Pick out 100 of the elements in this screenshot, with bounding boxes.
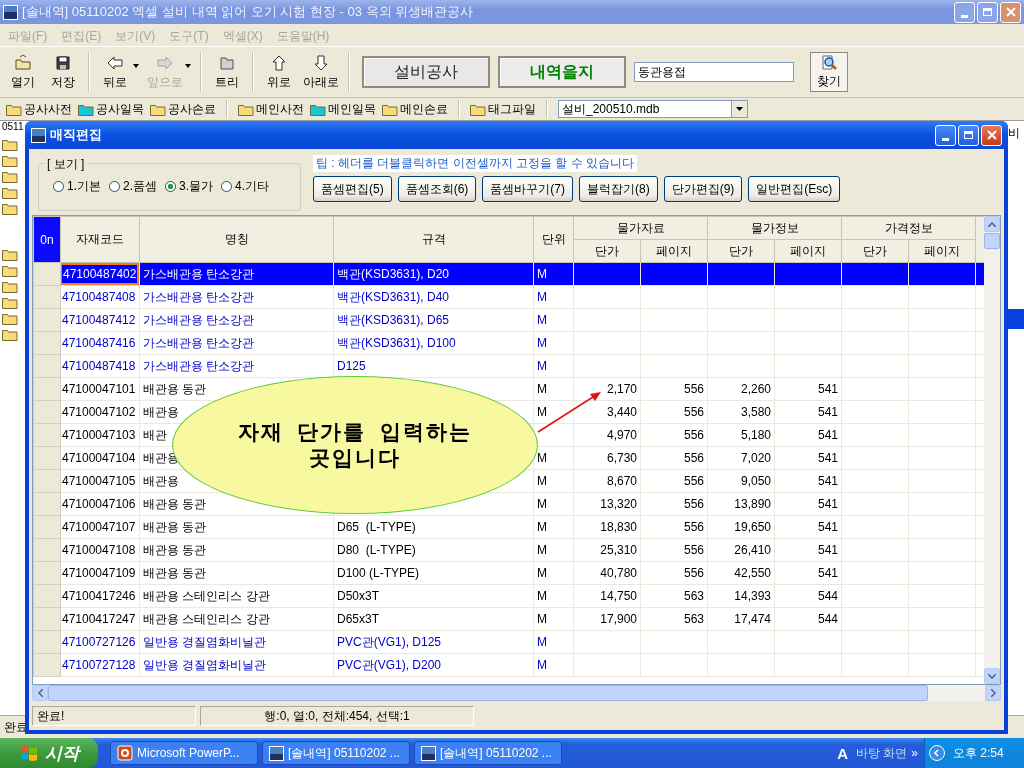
bookmark-link[interactable]: 공사일목 (78, 100, 144, 118)
row-header-cell[interactable] (33, 538, 61, 562)
table-cell: 배관용 동관 (143, 381, 207, 396)
action-button[interactable]: 단가편집(9) (663, 176, 743, 202)
table-cell: M (537, 497, 547, 511)
selected-row[interactable]: 47100487402 가스배관용 탄소강관 백관(KSD3631), D20 M (33, 262, 984, 286)
action-button[interactable]: 품셈바꾸기(7) (482, 176, 573, 202)
toolbar-button[interactable]: 저장 (44, 51, 82, 93)
taskbar-button[interactable]: [솔내역] 05110202 ... (414, 741, 562, 765)
folder-icon (2, 280, 18, 293)
row-header-cell[interactable] (33, 308, 61, 332)
radio-button[interactable]: 1.기본 (53, 178, 101, 195)
row-header-cell[interactable] (33, 584, 61, 608)
table-cell: 47100047103 (62, 428, 136, 442)
desktop-toolbar-label[interactable]: 바탕 화면 (855, 744, 908, 762)
row-header-cell[interactable] (33, 262, 61, 286)
table-cell: D50x3T (337, 589, 380, 603)
row-header-cell[interactable] (33, 423, 61, 447)
action-button[interactable]: 일반편집(Esc) (748, 176, 841, 202)
table-cell: 541 (817, 566, 838, 580)
scroll-left-icon[interactable] (37, 689, 43, 697)
more-button[interactable]: » (911, 746, 918, 760)
row-header-cell[interactable] (33, 400, 61, 424)
toolbar-button[interactable]: 트리 (208, 51, 246, 93)
action-button[interactable]: 블럭잡기(8) (579, 176, 658, 202)
window-title: [솔내역] 05110202 엑셀 설비 내역 읽어 오기 시험 현장 - 03 옥외 위생배관공사 (22, 3, 474, 21)
caret-icon (736, 107, 743, 111)
table-cell: 배관용 (143, 473, 179, 488)
row-header-cell[interactable] (33, 469, 61, 493)
row-header-cell[interactable] (33, 354, 61, 378)
callout-text: 자재 단가를 입력하는 곳입니다 (236, 418, 474, 471)
bookmark-link[interactable]: 태그파일 (470, 100, 536, 118)
scroll-up-icon[interactable] (988, 221, 996, 227)
scroll-down-icon[interactable] (988, 673, 996, 679)
table-cell: 배관용 동관 (143, 519, 207, 534)
table-cell: 일반용 경질염화비닐관 (143, 634, 267, 649)
toolbar-button[interactable]: 열기 (4, 51, 42, 93)
column-header[interactable]: 단위 (533, 216, 574, 263)
table-cell: 556 (683, 451, 704, 465)
row-header-cell[interactable] (33, 653, 61, 677)
bookmark-link[interactable]: 공사사전 (6, 100, 72, 118)
row-header-cell[interactable] (33, 561, 61, 585)
table-cell: 47100417247 (62, 612, 136, 626)
radio-button[interactable]: 3.물가 (165, 178, 214, 195)
bookmark-link[interactable]: 메인일목 (310, 100, 376, 118)
minimize-button[interactable] (954, 1, 975, 23)
scroll-right-icon[interactable] (990, 689, 996, 697)
radio-button[interactable]: 2.품셈 (109, 178, 158, 195)
table-cell: 8,670 (606, 474, 637, 488)
row-header-cell[interactable] (33, 377, 61, 401)
app-logo-icon (31, 127, 46, 143)
bookmark-link[interactable]: 공사손료 (150, 100, 216, 118)
start-button[interactable]: 시작 (0, 738, 98, 768)
table-cell: 541 (817, 520, 838, 534)
table-cell: 2,260 (740, 382, 771, 396)
toolbar-button[interactable]: 뒤로 (96, 51, 142, 93)
action-button[interactable]: 품셈조회(6) (397, 176, 477, 202)
table-cell: 2,170 (606, 382, 637, 396)
table-cell: 가스배관용 탄소강관 (143, 358, 255, 373)
scroll-thumb[interactable] (984, 233, 1000, 249)
table-cell: D80 (L-TYPE) (337, 543, 416, 557)
taskbar-button[interactable]: Microsoft PowerP... (110, 741, 258, 765)
column-header[interactable]: 규격 (333, 216, 534, 263)
radio-button[interactable]: 4.기타 (221, 178, 270, 195)
table-cell: 541 (817, 405, 838, 419)
restore-button[interactable] (977, 1, 998, 23)
language-indicator[interactable]: A (837, 744, 848, 762)
vertical-scrollbar[interactable] (984, 216, 1000, 684)
minimize-button[interactable] (935, 124, 956, 146)
column-header[interactable]: 0n (33, 216, 61, 263)
toolbar-button[interactable]: 아래로 (300, 51, 342, 93)
row-header-cell[interactable] (33, 630, 61, 654)
bookmark-link[interactable]: 메인사전 (238, 100, 304, 118)
row-header-cell[interactable] (33, 331, 61, 355)
close-button[interactable] (981, 124, 1002, 146)
close-button[interactable] (1000, 1, 1021, 23)
row-header-cell[interactable] (33, 492, 61, 516)
row-header-cell[interactable] (33, 285, 61, 309)
column-header[interactable]: 자재코드 (60, 216, 140, 263)
mode-button[interactable]: 내역을지 (498, 56, 626, 88)
row-header-cell[interactable] (33, 515, 61, 539)
table-cell: M (537, 520, 547, 534)
mode-button[interactable]: 설비공사 (362, 56, 490, 88)
table-cell: 가스배관용 탄소강관 (143, 335, 255, 350)
maximize-button[interactable] (958, 124, 979, 146)
toolbar-button[interactable]: 위로 (260, 51, 298, 93)
row-header-cell[interactable] (33, 446, 61, 470)
table-cell: 19,650 (734, 520, 771, 534)
show-icons-button[interactable] (929, 745, 945, 761)
bookmark-link[interactable]: 메인손료 (382, 100, 448, 118)
action-button[interactable]: 품셈편집(5) (313, 176, 392, 202)
tip-text: 팁 : 헤더를 더블클릭하면 이전셀까지 고정을 할 수 있습니다 (313, 155, 637, 172)
row-header-cell[interactable] (33, 607, 61, 631)
table-cell: 541 (817, 543, 838, 557)
column-header[interactable]: 명칭 (139, 216, 334, 263)
database-dropdown[interactable]: 설비_200510.mdb (558, 100, 748, 118)
taskbar-button[interactable]: [솔내역] 05110202 ... (262, 741, 410, 765)
search-field[interactable]: 동관용접 (634, 62, 794, 82)
table-cell: 47100047106 (62, 497, 136, 511)
find-button[interactable]: 찾기 (810, 52, 848, 92)
